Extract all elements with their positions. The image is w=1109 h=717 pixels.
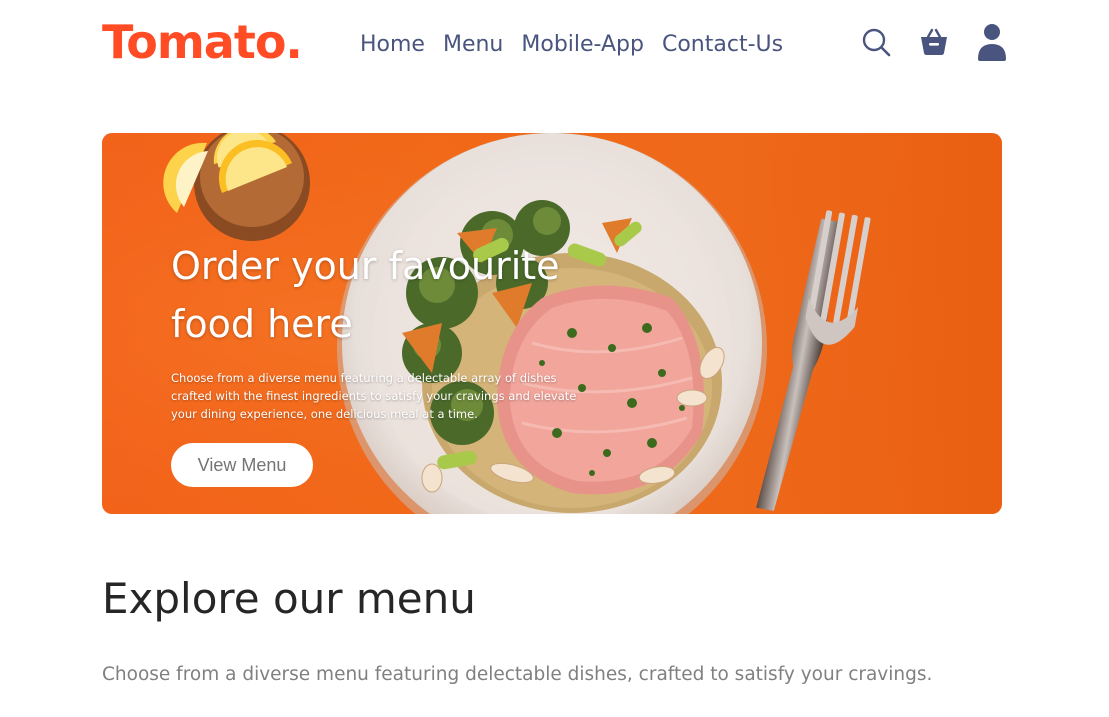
explore-menu-title: Explore our menu	[102, 574, 476, 623]
hero-description: Choose from a diverse menu featuring a d…	[171, 371, 577, 421]
hero-contents: Order your favourite food here Choose fr…	[171, 237, 591, 487]
view-menu-button[interactable]: View Menu	[171, 443, 313, 487]
nav-menu: Home Menu Mobile-App Contact-Us	[360, 30, 783, 60]
nav-link-home[interactable]: Home	[360, 30, 425, 60]
logo[interactable]: Tomato.	[102, 12, 303, 72]
nav-icons	[860, 22, 1008, 62]
nav-link-menu[interactable]: Menu	[443, 30, 503, 60]
explore-menu-description: Choose from a diverse menu featuring del…	[102, 664, 933, 685]
hero-banner: Order your favourite food here Choose fr…	[102, 133, 1002, 514]
user-icon[interactable]	[976, 22, 1008, 62]
search-icon[interactable]	[860, 22, 892, 62]
navbar: Tomato. Home Menu Mobile-App Contact-Us	[0, 0, 1109, 90]
nav-link-mobile-app[interactable]: Mobile-App	[521, 30, 644, 60]
basket-icon[interactable]	[918, 22, 950, 62]
nav-link-contact-us[interactable]: Contact-Us	[662, 30, 783, 60]
hero-title: Order your favourite food here	[171, 244, 560, 346]
